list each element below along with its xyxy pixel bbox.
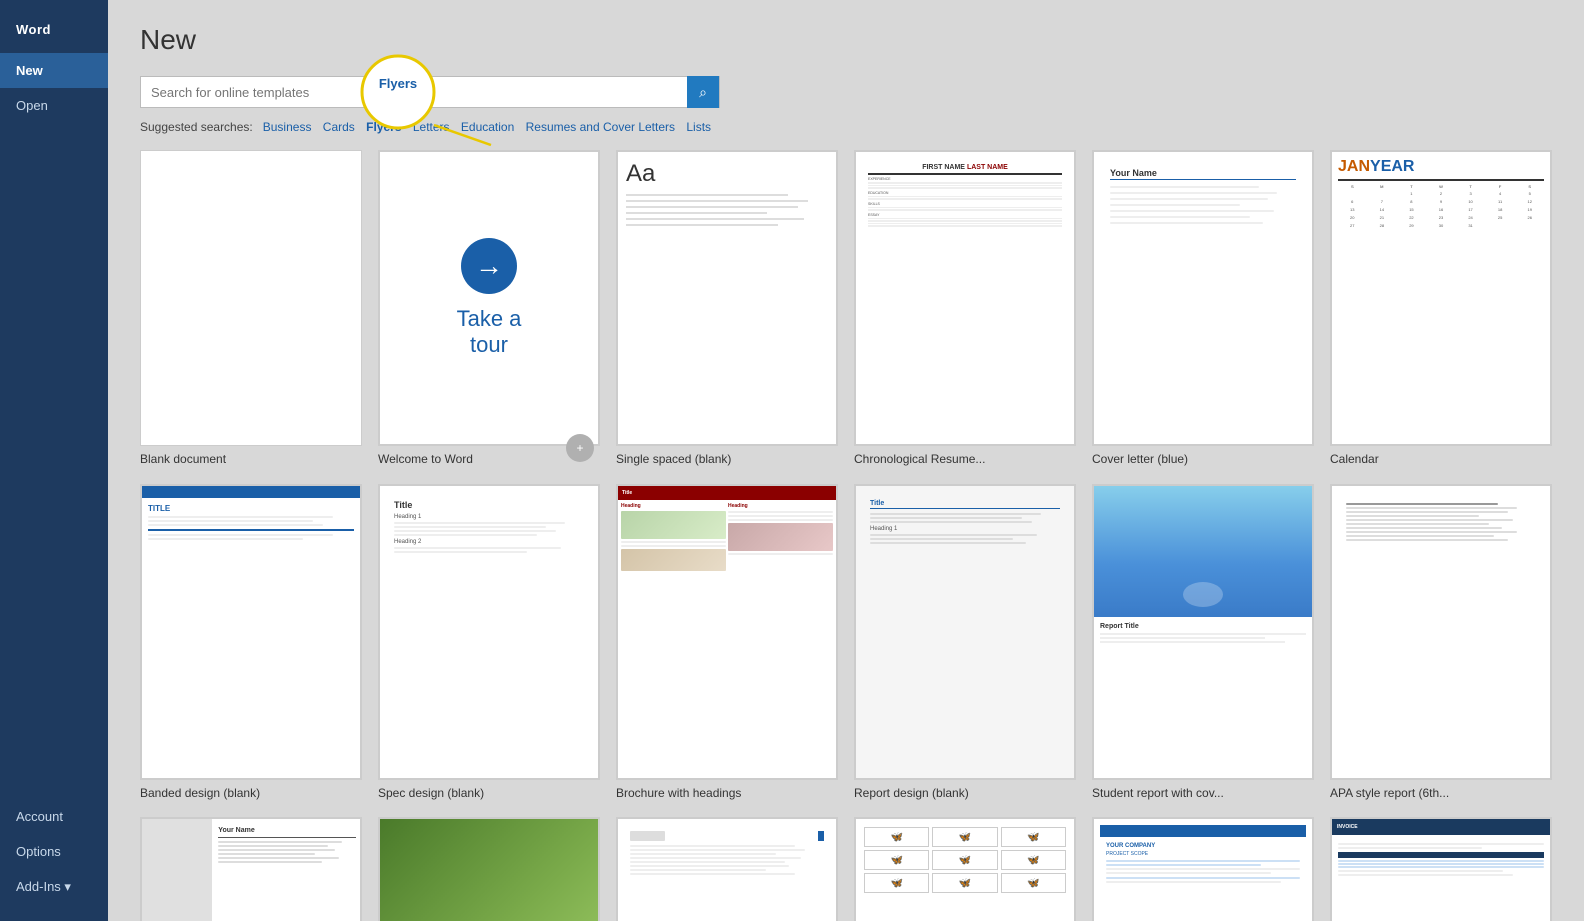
main-content: New ⌕ Suggested searches: Business Cards… [108,0,1584,921]
template-thumb-calendar: JANYEAR SMTWTFS 12345 6789101112 1314151… [1330,150,1552,446]
sidebar-item-open[interactable]: Open [0,88,108,123]
tour-arrow-icon: → [461,238,517,294]
template-report[interactable]: Title Heading 1 Report design (blank) [854,484,1076,802]
sidebar-item-options[interactable]: Options [0,834,108,869]
suggested-link-letters[interactable]: Letters [413,120,450,134]
template-biz-letter[interactable]: Business letter (Sales... [616,817,838,921]
app-name: Word [0,10,108,53]
template-thumb-cover-letter: Your Name [1092,150,1314,446]
template-thumb-spec: Title Heading 1 Heading 2 [378,484,600,780]
template-thumb-chron-resume: FIRST NAME LAST NAME EXPERIENCE EDUCATIO… [854,150,1076,446]
template-label-chron-resume: Chronological Resume... [854,452,1076,468]
sidebar-item-save[interactable] [0,143,108,163]
suggested-searches: Suggested searches: Business Cards Flyer… [140,120,1552,134]
template-banded[interactable]: TITLE Banded design (blank) [140,484,362,802]
template-blank[interactable]: Blank document [140,150,362,468]
template-tour[interactable]: → Take atour Welcome to Word + [378,150,600,468]
template-label-banded: Banded design (blank) [140,786,362,802]
template-invoice[interactable]: INVOICE Invoice (Timeless design) [1330,817,1552,921]
suggested-label: Suggested searches: [140,120,253,134]
search-icon: ⌕ [699,84,707,101]
suggested-link-cards[interactable]: Cards [323,120,355,134]
template-single-spaced[interactable]: Aa Single spaced (blank) [616,150,838,468]
template-label-report: Report design (blank) [854,786,1076,802]
template-student-report[interactable]: Report Title Student report with cov... [1092,484,1314,802]
template-label-apa: APA style report (6th... [1330,786,1552,802]
template-calendar[interactable]: JANYEAR SMTWTFS 12345 6789101112 1314151… [1330,150,1552,468]
sidebar-item-account[interactable]: Account [0,799,108,834]
search-button[interactable]: ⌕ [687,76,719,108]
template-label-blank: Blank document [140,452,362,468]
template-chron-resume[interactable]: FIRST NAME LAST NAME EXPERIENCE EDUCATIO… [854,150,1076,468]
template-apa[interactable]: APA style report (6th... [1330,484,1552,802]
suggested-link-business[interactable]: Business [263,120,312,134]
template-thumb-single: Aa [616,150,838,446]
suggested-link-lists[interactable]: Lists [686,120,711,134]
template-cover-letter[interactable]: Your Name Cover letter (blue) [1092,150,1314,468]
template-label-spec: Spec design (blank) [378,786,600,802]
template-brochure[interactable]: Title Heading Heading [616,484,838,802]
aa-text: Aa [626,160,655,188]
template-thumb-seasonal: 🌸 DATE EVENT TITLE HERE MORE INFO [378,817,600,921]
template-thumb-resume-color: Your Name [140,817,362,921]
template-grid: Blank document → Take atour Welcome to W… [140,150,1552,921]
tour-text: Take atour [457,306,522,359]
template-labels[interactable]: 🦋 🦋 🦋 🦋 🦋 🦋 🦋 🦋 🦋 Return address labels.… [854,817,1076,921]
template-thumb-biz-letter [616,817,838,921]
template-thumb-project: YOUR COMPANY PROJECT SCOPE [1092,817,1314,921]
template-thumb-banded: TITLE [140,484,362,780]
template-thumb-apa [1330,484,1552,780]
template-label-cover-letter: Cover letter (blue) [1092,452,1314,468]
template-thumb-labels: 🦋 🦋 🦋 🦋 🦋 🦋 🦋 🦋 🦋 [854,817,1076,921]
template-thumb-tour: → Take atour [378,150,600,446]
sidebar-item-share[interactable] [0,203,108,223]
sidebar-item-addins[interactable]: Add-Ins ▾ [0,869,108,905]
template-thumb-invoice: INVOICE [1330,817,1552,921]
template-spec[interactable]: Title Heading 1 Heading 2 Spec design (b… [378,484,600,802]
sidebar-item-new[interactable]: New [0,53,108,88]
template-thumb-brochure: Title Heading Heading [616,484,838,780]
template-label-calendar: Calendar [1330,452,1552,468]
template-seasonal-flyer[interactable]: 🌸 DATE EVENT TITLE HERE MORE INFO Season… [378,817,600,921]
template-thumb-report: Title Heading 1 [854,484,1076,780]
template-resume-color[interactable]: Your Name Resume (color) [140,817,362,921]
more-button[interactable]: + [566,434,594,462]
search-input[interactable] [141,85,687,100]
page-title: New [140,24,1552,56]
sidebar-item-info[interactable] [0,123,108,143]
template-label-student: Student report with cov... [1092,786,1314,802]
template-thumb-blank [140,150,362,446]
template-label-brochure: Brochure with headings [616,786,838,802]
search-bar: ⌕ [140,76,720,108]
template-project-scope[interactable]: YOUR COMPANY PROJECT SCOPE Project scope… [1092,817,1314,921]
suggested-link-flyers[interactable]: Flyers [366,120,401,134]
sidebar-item-print[interactable] [0,183,108,203]
template-label-single: Single spaced (blank) [616,452,838,468]
suggested-link-education[interactable]: Education [461,120,514,134]
sidebar: Word New Open Account Options Add-Ins ▾ [0,0,108,921]
sidebar-item-saveas[interactable] [0,163,108,183]
template-thumb-student: Report Title [1092,484,1314,780]
suggested-link-resumes[interactable]: Resumes and Cover Letters [526,120,675,134]
